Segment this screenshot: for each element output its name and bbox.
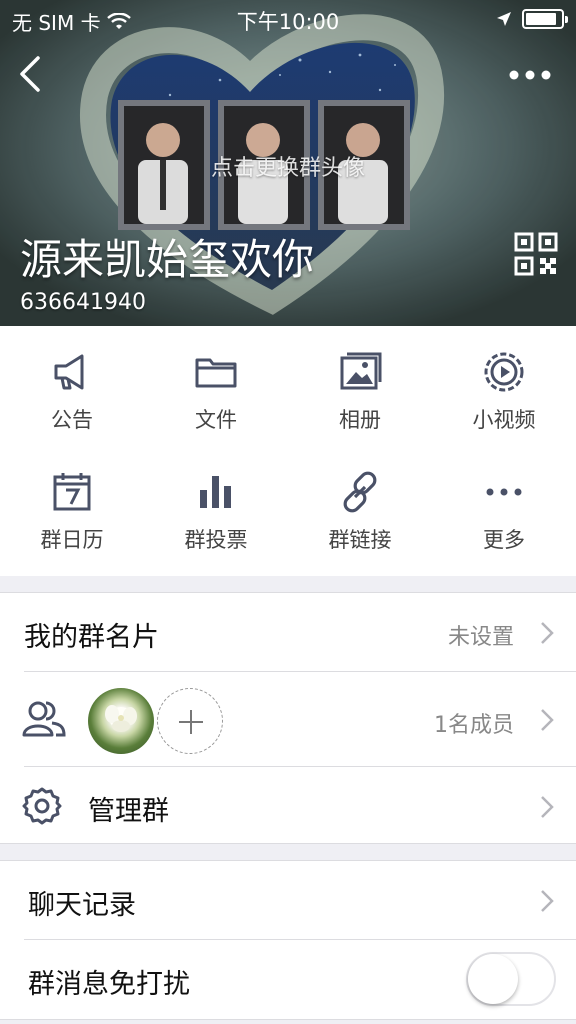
folder-icon <box>195 358 237 388</box>
more-icon <box>486 488 522 496</box>
add-member-button[interactable] <box>157 688 223 754</box>
battery-icon <box>522 9 568 29</box>
chevron-right-icon <box>541 709 554 731</box>
members-row[interactable]: 1名成员 <box>0 672 576 766</box>
video-play-icon <box>484 352 524 392</box>
grid-label: 群投票 <box>184 528 248 552</box>
manage-group-row[interactable]: 管理群 <box>0 767 576 845</box>
location-arrow-icon <box>497 12 511 26</box>
members-icon <box>22 701 66 737</box>
grid-label: 小视频 <box>472 408 536 432</box>
chevron-right-icon <box>541 890 554 912</box>
bar-chart-icon <box>200 476 231 508</box>
grid-label: 文件 <box>195 408 237 432</box>
my-group-card-row[interactable]: 我的群名片 未设置 <box>0 593 576 671</box>
grid-item-announcement[interactable]: 公告 <box>0 326 144 446</box>
clock: 下午10:00 <box>236 10 340 34</box>
grid-item-files[interactable]: 文件 <box>144 326 288 446</box>
mute-notifications-toggle[interactable] <box>466 952 556 1006</box>
grid-label: 公告 <box>51 408 93 432</box>
grid-item-vote[interactable]: 群投票 <box>144 446 288 566</box>
chat-settings-section: 聊天记录 群消息免打扰 <box>0 860 576 1020</box>
calendar-icon <box>53 473 91 511</box>
grid-item-link[interactable]: 群链接 <box>288 446 432 566</box>
photo-album-icon <box>340 352 382 390</box>
change-avatar-hint[interactable]: 点击更换群头像 <box>0 150 576 182</box>
mute-notifications-label: 群消息免打扰 <box>28 969 190 1000</box>
back-icon[interactable] <box>10 52 54 96</box>
grid-item-more[interactable]: 更多 <box>432 446 576 566</box>
status-bar: 无 SIM 卡 下午10:00 <box>0 0 576 38</box>
group-name: 源来凯始玺欢你 <box>20 235 315 284</box>
my-group-card-value: 未设置 <box>447 625 514 650</box>
mute-notifications-row: 群消息免打扰 <box>0 940 576 1020</box>
grid-label: 相册 <box>339 408 381 432</box>
grid-item-calendar[interactable]: 群日历 <box>0 446 144 566</box>
chat-history-label: 聊天记录 <box>28 890 136 921</box>
link-icon <box>343 471 377 513</box>
grid-label: 群日历 <box>40 528 104 552</box>
grid-item-album[interactable]: 相册 <box>288 326 432 446</box>
grid-label: 更多 <box>483 528 525 552</box>
grid-label: 群链接 <box>328 528 392 552</box>
grid-item-short-video[interactable]: 小视频 <box>432 326 576 446</box>
feature-grid: 公告 文件 相册 小视频 群日历 群投票 群链接 更多 <box>0 326 576 576</box>
toggle-knob <box>468 954 518 1004</box>
group-id: 636641940 <box>20 290 146 315</box>
member-count: 1名成员 <box>434 713 514 738</box>
more-options-icon[interactable] <box>508 62 552 88</box>
member-avatar[interactable] <box>88 688 154 754</box>
chevron-right-icon <box>541 796 554 818</box>
my-group-card-label: 我的群名片 <box>24 622 159 653</box>
manage-group-label: 管理群 <box>88 796 169 827</box>
plus-icon <box>179 710 203 734</box>
qr-code-icon[interactable] <box>514 232 558 276</box>
chat-history-row[interactable]: 聊天记录 <box>0 861 576 939</box>
settings-gear-icon <box>22 787 62 825</box>
group-header[interactable]: 无 SIM 卡 下午10:00 点击更换群头像 源来凯始玺欢你 63664194… <box>0 0 576 326</box>
group-settings-section: 我的群名片 未设置 1名成员 管理群 <box>0 592 576 844</box>
megaphone-icon <box>54 354 84 390</box>
chevron-right-icon <box>541 622 554 644</box>
